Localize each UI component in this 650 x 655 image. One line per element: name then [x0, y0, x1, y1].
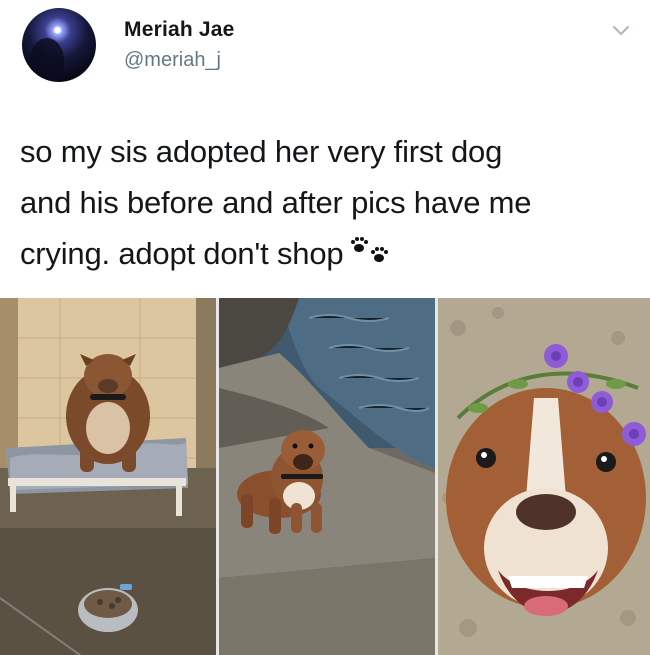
paw-prints-icon	[351, 237, 389, 262]
before-photo-shelter-kennel[interactable]	[0, 298, 216, 655]
dog-by-water-photo[interactable]	[219, 298, 435, 655]
flower-crown-scene	[438, 298, 650, 655]
author-handle[interactable]: @meriah_j	[124, 49, 221, 72]
chevron-down-icon[interactable]	[612, 25, 630, 37]
photo-grid	[0, 298, 650, 655]
avatar-silhouette	[30, 38, 64, 82]
tweet-card: Meriah Jae @meriah_j so my sis adopted h…	[0, 0, 650, 655]
dog-with-flower-crown-photo[interactable]	[438, 298, 650, 655]
author-avatar[interactable]	[22, 8, 96, 82]
waterfront-scene	[219, 298, 435, 655]
tweet-text-segment: crying. adopt don't shop	[20, 236, 344, 271]
kennel-scene	[0, 298, 216, 655]
tweet-text-line: and his before and after pics have me	[20, 185, 532, 220]
tweet-text: so my sis adopted her very first dog and…	[20, 126, 635, 279]
tweet-text-line: crying. adopt don't shop	[20, 228, 635, 279]
tweet-text-line: so my sis adopted her very first dog	[20, 134, 503, 169]
author-name[interactable]: Meriah Jae	[124, 18, 235, 42]
